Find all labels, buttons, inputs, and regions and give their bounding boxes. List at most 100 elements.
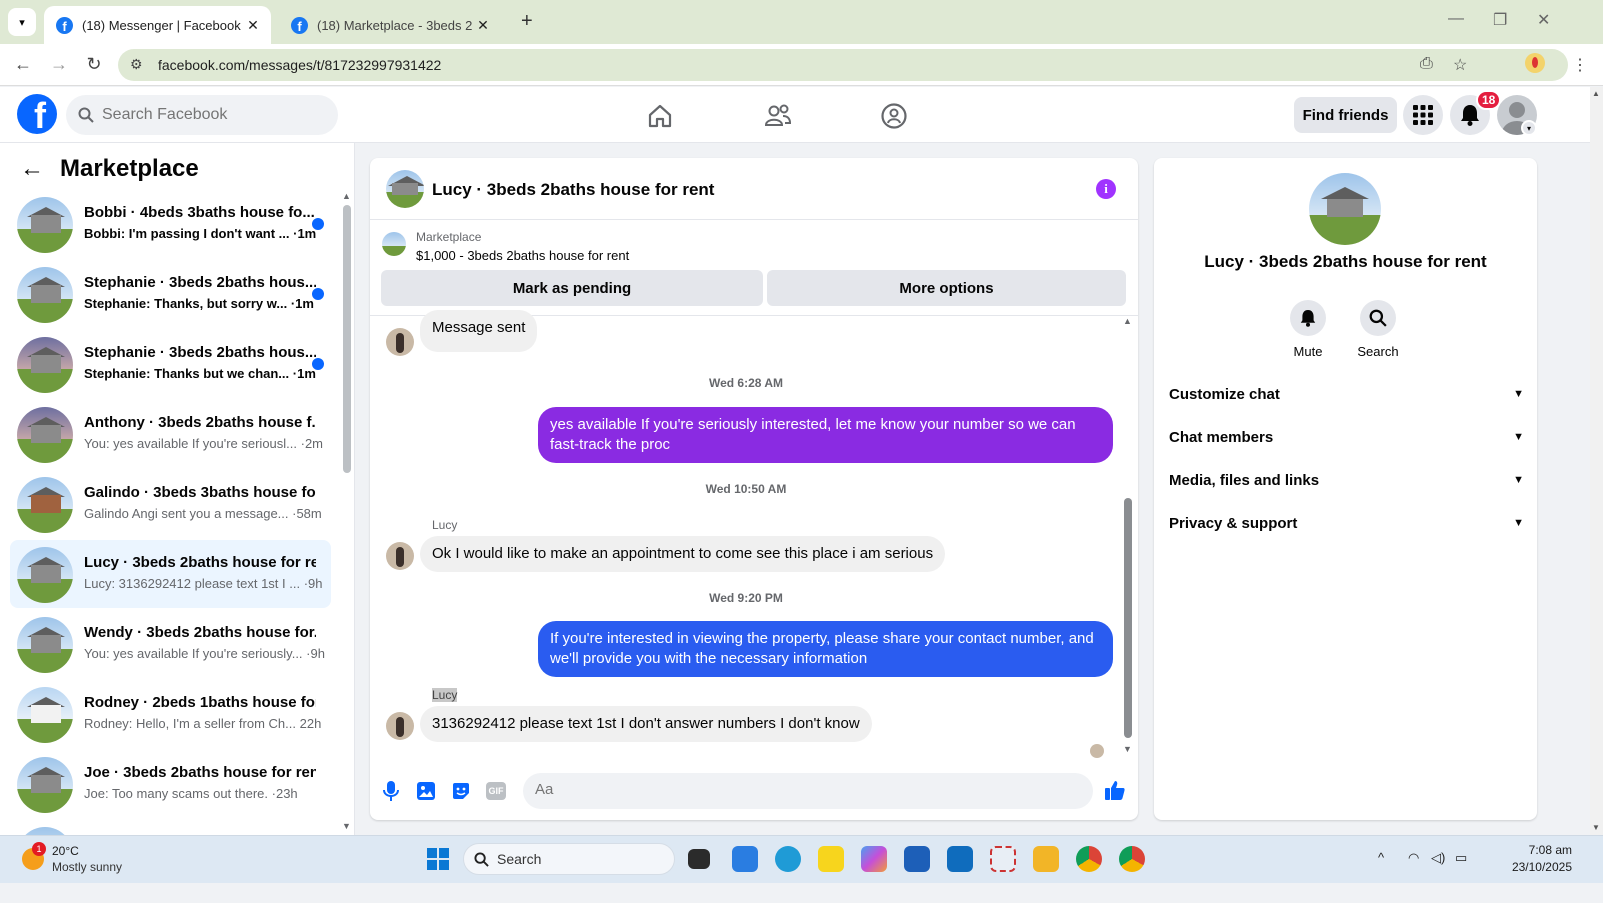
snipping-tool-icon[interactable]	[990, 846, 1016, 872]
back-arrow-icon[interactable]: ←	[20, 155, 44, 183]
volume-icon[interactable]: ◁)	[1431, 850, 1445, 866]
message-input[interactable]	[535, 781, 1035, 798]
section-label: Chat members	[1169, 428, 1274, 446]
home-icon[interactable]	[645, 101, 675, 131]
outlook-icon[interactable]	[947, 846, 973, 872]
groups-icon[interactable]	[879, 101, 909, 131]
minimize-icon[interactable]: —	[1448, 10, 1464, 28]
install-app-icon[interactable]: ⎙	[1420, 55, 1433, 73]
close-window-icon[interactable]: ✕	[1537, 10, 1550, 30]
task-view-icon[interactable]	[688, 849, 710, 869]
photo-icon[interactable]	[415, 780, 437, 802]
privacy-support-section[interactable]: Privacy & support ▼	[1169, 505, 1524, 541]
search-in-conversation-button[interactable]: Search	[1348, 300, 1408, 359]
sticky-notes-icon[interactable]	[818, 846, 844, 872]
thumbs-up-icon[interactable]	[1104, 779, 1126, 801]
chrome-icon[interactable]	[1076, 846, 1102, 872]
media-files-links-section[interactable]: Media, files and links ▼	[1169, 462, 1524, 498]
message-bubble-incoming[interactable]: Message sent	[420, 310, 538, 352]
facebook-favicon-icon: f	[291, 16, 308, 34]
extension-icon[interactable]	[1525, 53, 1545, 73]
mark-as-pending-button[interactable]: Mark as pending	[381, 270, 763, 306]
conversation-item[interactable]: Stephanie · 3beds 2baths hous... Stephan…	[10, 330, 331, 398]
message-bubble-incoming[interactable]: 3136292412 please text 1st I don't answe…	[420, 706, 872, 742]
message-bubble-incoming[interactable]: Ok I would like to make an appointment t…	[420, 536, 946, 572]
system-clock[interactable]: 7:08 am 23/10/2025	[1478, 842, 1572, 876]
conversation-item[interactable]: Stephanie · 3beds 2baths hous... Stephan…	[10, 260, 331, 328]
facebook-logo-icon[interactable]: f	[17, 94, 57, 134]
sender-avatar	[386, 328, 414, 356]
conversation-item[interactable]: Wendy · 3beds 2baths house for... You: y…	[10, 610, 331, 678]
conversation-item[interactable]: Joe · 3beds 2baths house for rent Joe: T…	[10, 750, 331, 818]
close-tab-icon[interactable]: ✕	[473, 17, 493, 34]
search-label: Search	[1357, 344, 1399, 359]
more-options-button[interactable]: More options	[767, 270, 1126, 306]
facebook-search-input[interactable]	[102, 106, 322, 124]
tab-messenger[interactable]: f (18) Messenger | Facebook ✕	[44, 6, 271, 44]
gif-icon[interactable]: GIF	[485, 780, 507, 802]
facebook-search[interactable]	[66, 95, 338, 135]
forward-icon[interactable]: →	[48, 54, 70, 75]
back-icon[interactable]: ←	[12, 54, 34, 75]
chevron-down-icon: ▾	[19, 16, 25, 29]
edge-browser-icon[interactable]	[775, 846, 801, 872]
listing-thumbnail	[17, 197, 73, 253]
menu-grid-icon[interactable]	[1403, 95, 1443, 135]
browser-menu-icon[interactable]: ⋮	[1572, 55, 1588, 75]
conversation-item[interactable]: Bobbi · 4beds 3baths house fo... Bobbi: …	[10, 190, 331, 258]
bookmark-star-icon[interactable]: ☆	[1453, 55, 1467, 75]
message-bubble-outgoing[interactable]: yes available If you're seriously intere…	[538, 407, 1113, 463]
marketplace-listing-bar: Marketplace $1,000 - 3beds 2baths house …	[370, 220, 1138, 316]
timestamp-6-28: Wed 6:28 AM	[708, 376, 783, 390]
conversation-info-icon[interactable]: i	[1096, 179, 1116, 199]
chat-avatar[interactable]	[386, 170, 424, 208]
file-explorer-icon[interactable]	[1033, 846, 1059, 872]
omnibox[interactable]: ⚙ facebook.com/messages/t/81723299793142…	[118, 49, 1568, 81]
tab-marketplace[interactable]: f (18) Marketplace - 3beds 2bath ✕	[279, 6, 501, 44]
facebook-favicon-icon: f	[56, 16, 73, 34]
listing-price-title[interactable]: $1,000 - 3beds 2baths house for rent	[416, 248, 629, 263]
friends-icon[interactable]	[763, 101, 793, 131]
page-scrollbar[interactable]: ▲ ▼	[1590, 87, 1603, 835]
conversation-item[interactable]: Galindo · 3beds 3baths house fo... Galin…	[10, 470, 331, 538]
microphone-icon[interactable]	[380, 780, 402, 802]
taskbar-search[interactable]: Search	[463, 843, 675, 875]
marketplace-label: Marketplace	[416, 230, 482, 244]
listing-thumbnail	[17, 687, 73, 743]
site-settings-icon[interactable]: ⚙	[130, 56, 143, 73]
tab-search-dropdown[interactable]: ▾	[8, 8, 36, 36]
conversation-item[interactable]	[10, 820, 331, 835]
conversation-name: Anthony · 3beds 2baths house f...	[84, 414, 316, 431]
chrome-profile-icon[interactable]	[1119, 846, 1145, 872]
wifi-icon[interactable]: ◠	[1408, 850, 1419, 866]
reload-icon[interactable]: ↻	[83, 54, 105, 75]
close-tab-icon[interactable]: ✕	[243, 17, 263, 34]
start-button[interactable]	[427, 848, 449, 870]
store-icon[interactable]	[904, 846, 930, 872]
show-hidden-icons[interactable]: ^	[1378, 850, 1384, 865]
chat-members-section[interactable]: Chat members ▼	[1169, 419, 1524, 455]
chevron-down-icon: ▼	[1513, 474, 1524, 486]
battery-icon[interactable]: ▭	[1455, 850, 1467, 866]
copilot-icon[interactable]	[861, 846, 887, 872]
sticker-icon[interactable]	[450, 780, 472, 802]
url-text[interactable]: facebook.com/messages/t/817232997931422	[158, 57, 441, 73]
app-icon[interactable]	[732, 846, 758, 872]
listing-thumbnail	[17, 827, 73, 835]
contact-avatar[interactable]	[1309, 173, 1381, 245]
conversation-item-selected[interactable]: Lucy · 3beds 2baths house for re... Lucy…	[10, 540, 331, 608]
thread-scrollbar[interactable]: ▲ ▼	[1122, 316, 1134, 760]
conversation-preview: You: yes available If you're seriously..…	[84, 646, 325, 661]
chat-title[interactable]: Lucy · 3beds 2baths house for rent	[432, 180, 714, 200]
message-input-box[interactable]	[523, 773, 1093, 809]
conversation-item[interactable]: Anthony · 3beds 2baths house f... You: y…	[10, 400, 331, 468]
restore-icon[interactable]: ❐	[1493, 10, 1507, 30]
conversation-list-scrollbar[interactable]: ▲ ▼	[341, 143, 353, 835]
message-bubble-outgoing[interactable]: If you're interested in viewing the prop…	[538, 621, 1113, 677]
find-friends-button[interactable]: Find friends	[1294, 97, 1397, 133]
new-tab-button[interactable]: +	[521, 10, 533, 33]
conversation-name: Bobbi · 4beds 3baths house fo...	[84, 204, 315, 221]
conversation-item[interactable]: Rodney · 2beds 1baths house for... Rodne…	[10, 680, 331, 748]
mute-button[interactable]: Mute	[1278, 300, 1338, 359]
customize-chat-section[interactable]: Customize chat ▼	[1169, 376, 1524, 412]
